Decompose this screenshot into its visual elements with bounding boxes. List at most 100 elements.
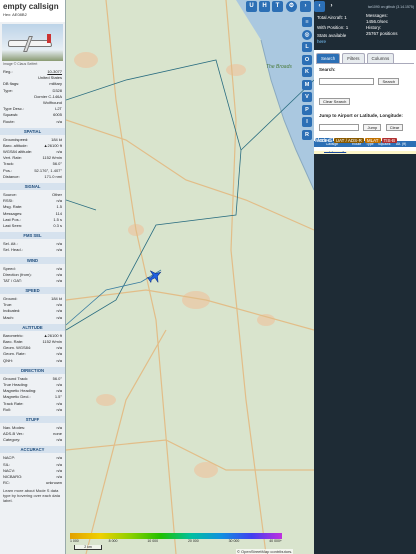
legend-label: 1 000 [70,539,79,543]
section-direction: DIRECTION [0,366,65,374]
section-wind: WIND [0,256,65,264]
info-row: Sel. Head.: n/a [0,247,65,253]
search-input[interactable] [319,78,374,86]
field-label: Last Seen: [3,222,23,228]
legend-label: 40 000+ [269,539,282,543]
photo-tail [47,34,51,43]
legend-label: 8 000 [108,539,118,543]
field-value: 0.3 s [53,222,62,228]
info-row: Category: n/a [0,437,65,443]
back-arrow-icon[interactable]: ‹ [314,1,325,12]
total-value: 1 [344,15,347,20]
section-stuff: STUFF [0,415,65,423]
scale-bar: 2 km [74,545,102,550]
map-view[interactable]: The Broads U H T ⚙ › + − [66,0,314,554]
modes-label: Mode-S [315,138,333,144]
jump-label: Jump to Airport or Latitude, Longitude: [319,113,403,118]
map-attribution: © OpenStreetMap contributors. [236,549,294,554]
field-label: QNH: [3,357,13,363]
hex-value: AE08B2 [12,12,27,17]
withpos-label: With Position: [317,25,345,30]
map-button-m[interactable]: M [302,79,312,90]
settings-gear-icon[interactable]: ⚙ [286,1,297,12]
legend-label: 30 000 [228,539,240,543]
map-button-o[interactable]: O [302,54,312,65]
field-value: n/a [56,118,62,124]
history-value: 25767 positions [366,31,398,36]
info-row: TAT / OAT: n/a [0,278,65,284]
source-badge: MLAT [364,138,381,143]
field-label: Roll: [3,406,12,412]
aircraft-photo[interactable] [2,24,63,61]
info-row: Last Seen: 0.3 s [0,223,65,229]
field-label: Mach: [3,314,14,320]
expand-panel-icon[interactable]: › [300,1,311,12]
place-label: The Broads [266,64,292,70]
field-label: Route: [3,118,15,124]
info-row: Roll: n/a [0,407,65,413]
table-scrollbar[interactable] [314,147,416,151]
search-button[interactable]: Search [378,78,400,86]
map-canvas[interactable]: The Broads [66,0,314,554]
field-value: n/a [56,277,62,283]
clear-search-button[interactable]: Clear Search [319,98,351,106]
right-panel: ‹ › tar1090 on github (3.14.1575) Total … [314,0,416,554]
aircraft-header: empty callsign Hex: AE08B2 [0,0,65,22]
aircraft-info-panel: empty callsign Hex: AE08B2 Image © Claus… [0,0,66,554]
panel-tabs: Search Filters Columns [314,50,416,63]
version-link[interactable]: tar1090 on github (3.14.1575) [368,5,414,9]
hex-line: Hex: AE08B2 [3,12,63,17]
stats-link[interactable]: here [317,39,326,44]
section-speed: SPEED [0,287,65,295]
field-value: n/a [56,406,62,412]
map-button-i[interactable]: I [302,117,312,127]
basic-info: Reg.: 10-3077 United States DB flags: milita… [0,69,65,125]
section-spatial: SPATIAL [0,127,65,135]
tab-filters[interactable]: Filters [342,53,365,63]
legend-label: 20 000 [187,539,199,543]
info-row: QNH: n/a [0,358,65,364]
callsign: empty callsign [3,2,59,11]
legend-label: 10 000 [147,539,159,543]
map-button-r[interactable]: R [302,129,312,140]
stats-right: Messages: 1456.0/sec History: 25767 posi… [366,13,414,37]
tab-search[interactable]: Search [316,53,341,63]
source-badge: UAT / ADS-R [333,138,364,143]
map-button-h[interactable]: H [259,1,270,12]
field-value: n/a [56,357,62,363]
field-label: RC: [3,480,10,486]
field-value: n/a [56,247,62,253]
field-value: 171.0 nmi [44,173,62,179]
map-button-t[interactable]: T [272,1,283,12]
withpos-value: 1 [345,25,349,30]
detail-sections: SPATIAL Groundspeed: 184 kt Baro. altitude:… [0,127,65,487]
section-fms-sel: FMS SEL [0,232,65,240]
tab-columns[interactable]: Columns [366,53,395,63]
center-icon[interactable]: ◎ [302,30,312,40]
section-signal: SIGNAL [0,183,65,190]
map-button-p[interactable]: P [302,104,312,115]
photo-credit: Image © Claus Seifert [3,62,38,66]
section-altitude: ALTITUDE [0,323,65,331]
map-button-v[interactable]: V [302,92,312,102]
total-label: Total Aircraft: [317,15,344,20]
legend-labels: 1 000 8 000 10 000 20 000 30 000 40 000+ [70,539,282,543]
stats-label: Stats available [317,33,347,38]
info-row: Route: n/a [0,119,65,125]
section-accuracy: ACCURACY [0,446,65,454]
field-value: unknown [45,480,62,486]
field-label: Type: [3,87,13,93]
forward-arrow-icon[interactable]: › [326,1,337,12]
map-button-l[interactable]: L [302,42,312,52]
field-label: TAT / OAT: [3,277,22,283]
stats-left: Total Aircraft: 1 With Position: 1 Stats… [317,15,367,45]
field-label: Reg.: [3,69,13,74]
hex-label: Hex: [3,12,12,17]
source-badge: TIS-B [381,138,398,143]
toggle-layers-icon[interactable]: ≡ [302,17,312,27]
field-value: n/a [56,314,62,320]
info-row: Distance: 171.0 nmi [0,174,65,180]
field-value: n/a [56,437,62,443]
map-button-u[interactable]: U [246,1,257,12]
map-button-k[interactable]: K [302,67,312,77]
